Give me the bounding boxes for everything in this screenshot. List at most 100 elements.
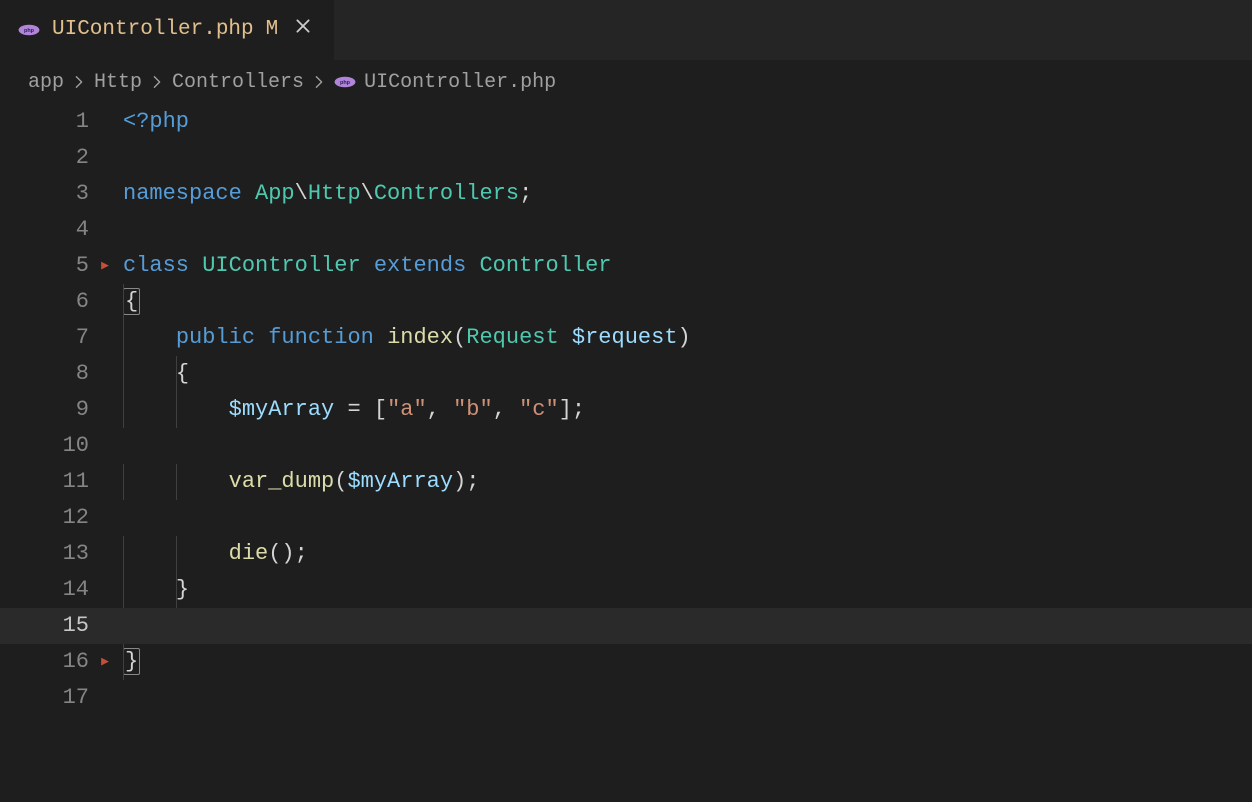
- php-file-icon: php: [18, 22, 40, 38]
- code-content[interactable]: {: [101, 284, 140, 320]
- token-var: $myArray: [347, 469, 453, 494]
- line-number: 14: [6, 572, 101, 608]
- chevron-right-icon: [72, 75, 86, 89]
- code-line[interactable]: 2: [0, 140, 1252, 176]
- chevron-right-icon: [312, 75, 326, 89]
- token-var: $myArray: [229, 397, 335, 422]
- token-punct: ;: [572, 397, 585, 422]
- token-kw: function: [268, 325, 374, 350]
- token-kw: public: [176, 325, 255, 350]
- indent-guide: [123, 284, 124, 320]
- token-default: [189, 253, 202, 278]
- code-line[interactable]: 17: [0, 680, 1252, 716]
- token-class: UIController: [202, 253, 360, 278]
- code-line[interactable]: 13 die();: [0, 536, 1252, 572]
- svg-text:php: php: [340, 80, 351, 86]
- tab-active[interactable]: php UIController.php M: [0, 0, 334, 60]
- code-line[interactable]: 9 $myArray = ["a", "b", "c"];: [0, 392, 1252, 428]
- code-line[interactable]: 10: [0, 428, 1252, 464]
- token-punct: }: [176, 577, 189, 602]
- token-fn: die: [229, 541, 269, 566]
- breadcrumb-segment[interactable]: Controllers: [172, 71, 304, 94]
- code-editor[interactable]: 1<?php23namespace App\Http\Controllers;4…: [0, 104, 1252, 716]
- line-number: 9: [6, 392, 101, 428]
- code-line[interactable]: 11 var_dump($myArray);: [0, 464, 1252, 500]
- indent-guide: [123, 644, 124, 680]
- code-line[interactable]: 1<?php: [0, 104, 1252, 140]
- tab-modified-indicator: M: [266, 18, 279, 41]
- token-ns: Http: [308, 181, 361, 206]
- token-default: [361, 253, 374, 278]
- code-line[interactable]: 3namespace App\Http\Controllers;: [0, 176, 1252, 212]
- code-line[interactable]: 4: [0, 212, 1252, 248]
- indent-guide: [123, 536, 124, 572]
- token-punct: (): [268, 541, 294, 566]
- code-line[interactable]: 12: [0, 500, 1252, 536]
- token-punct: ,: [427, 397, 440, 422]
- token-kw: namespace: [123, 181, 242, 206]
- code-line[interactable]: 5▶class UIController extends Controller: [0, 248, 1252, 284]
- code-content[interactable]: }: [101, 644, 140, 680]
- indent-guide: [123, 572, 124, 608]
- breadcrumb-segment[interactable]: UIController.php: [364, 71, 556, 94]
- token-kw: class: [123, 253, 189, 278]
- code-content[interactable]: var_dump($myArray);: [101, 464, 479, 500]
- token-punct: ]: [559, 397, 572, 422]
- token-punct: {: [176, 361, 189, 386]
- line-number: 5▶: [6, 248, 101, 284]
- line-number: 17: [6, 680, 101, 716]
- token-var: $request: [572, 325, 678, 350]
- breadcrumb-segment[interactable]: app: [28, 71, 64, 94]
- code-line[interactable]: 15: [0, 608, 1252, 644]
- indent-guide: [123, 392, 124, 428]
- token-class: Controller: [479, 253, 611, 278]
- svg-text:php: php: [24, 28, 35, 34]
- token-fn: index: [387, 325, 453, 350]
- token-punct: ): [678, 325, 691, 350]
- line-number: 8: [6, 356, 101, 392]
- indent-guide: [176, 464, 177, 500]
- indent-guide: [176, 536, 177, 572]
- breadcrumb[interactable]: app Http Controllers php UIController.ph…: [0, 60, 1252, 104]
- line-number: 11: [6, 464, 101, 500]
- indent-guide: [123, 464, 124, 500]
- line-number: 16▶: [6, 644, 101, 680]
- code-content[interactable]: {: [101, 356, 189, 392]
- code-line[interactable]: 8 {: [0, 356, 1252, 392]
- breadcrumb-segment[interactable]: Http: [94, 71, 142, 94]
- code-line[interactable]: 7 public function index(Request $request…: [0, 320, 1252, 356]
- token-punct: \: [295, 181, 308, 206]
- indent-guide: [176, 572, 177, 608]
- code-content[interactable]: <?php: [101, 104, 189, 140]
- code-line[interactable]: 16▶}: [0, 644, 1252, 680]
- code-line[interactable]: 14 }: [0, 572, 1252, 608]
- token-ns: App: [255, 181, 295, 206]
- line-number: 15: [6, 608, 101, 644]
- code-content[interactable]: namespace App\Http\Controllers;: [101, 176, 532, 212]
- indent-guide: [176, 356, 177, 392]
- code-content[interactable]: $myArray = ["a", "b", "c"];: [101, 392, 585, 428]
- code-content[interactable]: class UIController extends Controller: [101, 248, 612, 284]
- line-number: 6: [6, 284, 101, 320]
- line-number: 3: [6, 176, 101, 212]
- token-punct: (: [334, 469, 347, 494]
- close-icon[interactable]: [290, 15, 316, 44]
- token-default: [123, 325, 176, 350]
- line-number: 13: [6, 536, 101, 572]
- code-content[interactable]: public function index(Request $request): [101, 320, 691, 356]
- code-line[interactable]: 6{: [0, 284, 1252, 320]
- line-number: 2: [6, 140, 101, 176]
- token-brace-match: }: [123, 648, 140, 675]
- code-content[interactable]: }: [101, 572, 189, 608]
- token-default: [466, 253, 479, 278]
- indent-guide: [123, 356, 124, 392]
- code-content[interactable]: die();: [101, 536, 308, 572]
- token-punct: =: [347, 397, 360, 422]
- tab-bar: php UIController.php M: [0, 0, 1252, 60]
- token-default: [559, 325, 572, 350]
- line-number: 12: [6, 500, 101, 536]
- php-file-icon: php: [334, 74, 356, 90]
- line-number: 10: [6, 428, 101, 464]
- token-default: [255, 325, 268, 350]
- token-default: [123, 577, 176, 602]
